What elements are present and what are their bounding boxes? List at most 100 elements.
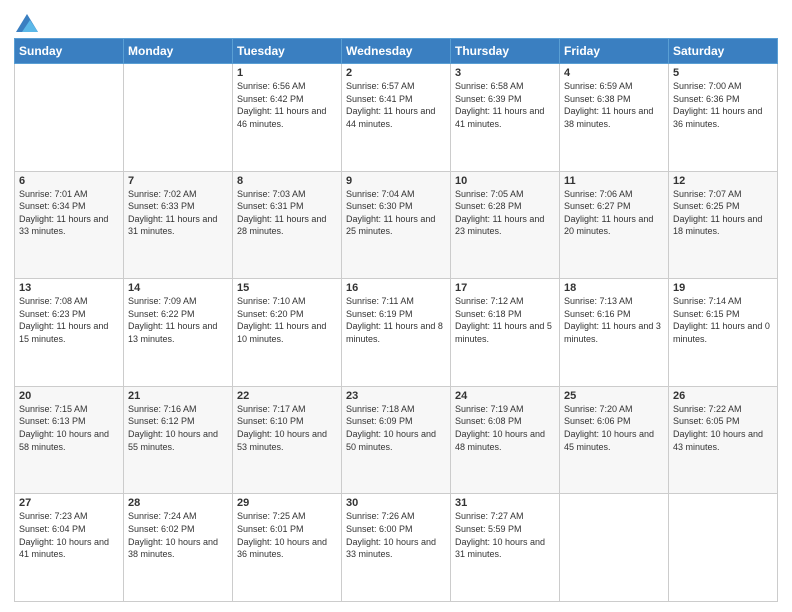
day-info: Sunrise: 7:15 AMSunset: 6:13 PMDaylight:… xyxy=(19,403,119,453)
day-info: Sunrise: 7:11 AMSunset: 6:19 PMDaylight:… xyxy=(346,295,446,345)
page: SundayMondayTuesdayWednesdayThursdayFrid… xyxy=(0,0,792,612)
calendar-cell: 23Sunrise: 7:18 AMSunset: 6:09 PMDayligh… xyxy=(342,386,451,494)
calendar-cell: 14Sunrise: 7:09 AMSunset: 6:22 PMDayligh… xyxy=(124,279,233,387)
day-info: Sunrise: 6:58 AMSunset: 6:39 PMDaylight:… xyxy=(455,80,555,130)
day-info: Sunrise: 7:12 AMSunset: 6:18 PMDaylight:… xyxy=(455,295,555,345)
day-info: Sunrise: 7:18 AMSunset: 6:09 PMDaylight:… xyxy=(346,403,446,453)
calendar-cell: 20Sunrise: 7:15 AMSunset: 6:13 PMDayligh… xyxy=(15,386,124,494)
calendar-cell: 1Sunrise: 6:56 AMSunset: 6:42 PMDaylight… xyxy=(233,64,342,172)
day-number: 16 xyxy=(346,282,446,294)
day-number: 28 xyxy=(128,497,228,509)
calendar-cell: 25Sunrise: 7:20 AMSunset: 6:06 PMDayligh… xyxy=(560,386,669,494)
weekday-header-monday: Monday xyxy=(124,39,233,64)
day-number: 25 xyxy=(564,390,664,402)
calendar-cell xyxy=(669,494,778,602)
day-number: 24 xyxy=(455,390,555,402)
day-info: Sunrise: 7:08 AMSunset: 6:23 PMDaylight:… xyxy=(19,295,119,345)
calendar-cell xyxy=(124,64,233,172)
day-number: 6 xyxy=(19,175,119,187)
day-info: Sunrise: 7:19 AMSunset: 6:08 PMDaylight:… xyxy=(455,403,555,453)
day-number: 17 xyxy=(455,282,555,294)
weekday-header-saturday: Saturday xyxy=(669,39,778,64)
calendar-cell: 28Sunrise: 7:24 AMSunset: 6:02 PMDayligh… xyxy=(124,494,233,602)
day-number: 20 xyxy=(19,390,119,402)
day-info: Sunrise: 7:07 AMSunset: 6:25 PMDaylight:… xyxy=(673,188,773,238)
header xyxy=(14,10,778,32)
calendar-cell: 13Sunrise: 7:08 AMSunset: 6:23 PMDayligh… xyxy=(15,279,124,387)
weekday-header-friday: Friday xyxy=(560,39,669,64)
calendar-week-1: 1Sunrise: 6:56 AMSunset: 6:42 PMDaylight… xyxy=(15,64,778,172)
day-number: 10 xyxy=(455,175,555,187)
logo-icon xyxy=(16,14,38,32)
day-info: Sunrise: 7:23 AMSunset: 6:04 PMDaylight:… xyxy=(19,510,119,560)
calendar-cell: 5Sunrise: 7:00 AMSunset: 6:36 PMDaylight… xyxy=(669,64,778,172)
day-info: Sunrise: 7:26 AMSunset: 6:00 PMDaylight:… xyxy=(346,510,446,560)
day-info: Sunrise: 7:10 AMSunset: 6:20 PMDaylight:… xyxy=(237,295,337,345)
calendar-cell: 31Sunrise: 7:27 AMSunset: 5:59 PMDayligh… xyxy=(451,494,560,602)
day-number: 13 xyxy=(19,282,119,294)
calendar-table: SundayMondayTuesdayWednesdayThursdayFrid… xyxy=(14,38,778,602)
calendar-cell: 21Sunrise: 7:16 AMSunset: 6:12 PMDayligh… xyxy=(124,386,233,494)
day-info: Sunrise: 7:06 AMSunset: 6:27 PMDaylight:… xyxy=(564,188,664,238)
calendar-week-4: 20Sunrise: 7:15 AMSunset: 6:13 PMDayligh… xyxy=(15,386,778,494)
day-number: 7 xyxy=(128,175,228,187)
weekday-header-tuesday: Tuesday xyxy=(233,39,342,64)
calendar-cell: 9Sunrise: 7:04 AMSunset: 6:30 PMDaylight… xyxy=(342,171,451,279)
day-number: 27 xyxy=(19,497,119,509)
day-info: Sunrise: 6:56 AMSunset: 6:42 PMDaylight:… xyxy=(237,80,337,130)
day-info: Sunrise: 7:27 AMSunset: 5:59 PMDaylight:… xyxy=(455,510,555,560)
calendar-cell: 11Sunrise: 7:06 AMSunset: 6:27 PMDayligh… xyxy=(560,171,669,279)
day-number: 3 xyxy=(455,67,555,79)
calendar-cell: 27Sunrise: 7:23 AMSunset: 6:04 PMDayligh… xyxy=(15,494,124,602)
day-number: 15 xyxy=(237,282,337,294)
day-number: 26 xyxy=(673,390,773,402)
calendar-cell: 19Sunrise: 7:14 AMSunset: 6:15 PMDayligh… xyxy=(669,279,778,387)
calendar-week-2: 6Sunrise: 7:01 AMSunset: 6:34 PMDaylight… xyxy=(15,171,778,279)
day-info: Sunrise: 7:13 AMSunset: 6:16 PMDaylight:… xyxy=(564,295,664,345)
calendar-cell: 26Sunrise: 7:22 AMSunset: 6:05 PMDayligh… xyxy=(669,386,778,494)
day-number: 29 xyxy=(237,497,337,509)
day-number: 23 xyxy=(346,390,446,402)
day-number: 21 xyxy=(128,390,228,402)
day-number: 8 xyxy=(237,175,337,187)
day-info: Sunrise: 7:17 AMSunset: 6:10 PMDaylight:… xyxy=(237,403,337,453)
weekday-header-wednesday: Wednesday xyxy=(342,39,451,64)
day-number: 12 xyxy=(673,175,773,187)
calendar-cell: 6Sunrise: 7:01 AMSunset: 6:34 PMDaylight… xyxy=(15,171,124,279)
day-number: 1 xyxy=(237,67,337,79)
day-info: Sunrise: 7:00 AMSunset: 6:36 PMDaylight:… xyxy=(673,80,773,130)
calendar-cell: 30Sunrise: 7:26 AMSunset: 6:00 PMDayligh… xyxy=(342,494,451,602)
day-info: Sunrise: 6:59 AMSunset: 6:38 PMDaylight:… xyxy=(564,80,664,130)
calendar-cell: 8Sunrise: 7:03 AMSunset: 6:31 PMDaylight… xyxy=(233,171,342,279)
day-number: 22 xyxy=(237,390,337,402)
day-info: Sunrise: 7:14 AMSunset: 6:15 PMDaylight:… xyxy=(673,295,773,345)
day-number: 14 xyxy=(128,282,228,294)
calendar-cell: 29Sunrise: 7:25 AMSunset: 6:01 PMDayligh… xyxy=(233,494,342,602)
calendar-cell xyxy=(560,494,669,602)
day-info: Sunrise: 7:05 AMSunset: 6:28 PMDaylight:… xyxy=(455,188,555,238)
day-info: Sunrise: 6:57 AMSunset: 6:41 PMDaylight:… xyxy=(346,80,446,130)
weekday-header-sunday: Sunday xyxy=(15,39,124,64)
calendar-body: 1Sunrise: 6:56 AMSunset: 6:42 PMDaylight… xyxy=(15,64,778,602)
day-info: Sunrise: 7:02 AMSunset: 6:33 PMDaylight:… xyxy=(128,188,228,238)
calendar-week-5: 27Sunrise: 7:23 AMSunset: 6:04 PMDayligh… xyxy=(15,494,778,602)
calendar-cell: 16Sunrise: 7:11 AMSunset: 6:19 PMDayligh… xyxy=(342,279,451,387)
day-number: 5 xyxy=(673,67,773,79)
day-number: 30 xyxy=(346,497,446,509)
calendar-header: SundayMondayTuesdayWednesdayThursdayFrid… xyxy=(15,39,778,64)
day-number: 18 xyxy=(564,282,664,294)
day-info: Sunrise: 7:01 AMSunset: 6:34 PMDaylight:… xyxy=(19,188,119,238)
day-number: 2 xyxy=(346,67,446,79)
day-number: 9 xyxy=(346,175,446,187)
calendar-cell: 4Sunrise: 6:59 AMSunset: 6:38 PMDaylight… xyxy=(560,64,669,172)
day-info: Sunrise: 7:22 AMSunset: 6:05 PMDaylight:… xyxy=(673,403,773,453)
logo xyxy=(14,14,38,32)
day-number: 31 xyxy=(455,497,555,509)
calendar-cell: 15Sunrise: 7:10 AMSunset: 6:20 PMDayligh… xyxy=(233,279,342,387)
calendar-cell: 3Sunrise: 6:58 AMSunset: 6:39 PMDaylight… xyxy=(451,64,560,172)
day-info: Sunrise: 7:20 AMSunset: 6:06 PMDaylight:… xyxy=(564,403,664,453)
calendar-cell: 12Sunrise: 7:07 AMSunset: 6:25 PMDayligh… xyxy=(669,171,778,279)
day-info: Sunrise: 7:16 AMSunset: 6:12 PMDaylight:… xyxy=(128,403,228,453)
weekday-header-row: SundayMondayTuesdayWednesdayThursdayFrid… xyxy=(15,39,778,64)
calendar-week-3: 13Sunrise: 7:08 AMSunset: 6:23 PMDayligh… xyxy=(15,279,778,387)
